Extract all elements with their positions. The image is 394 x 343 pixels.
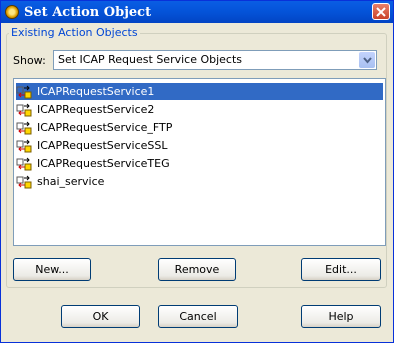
edit-button[interactable]: Edit... <box>301 258 381 281</box>
list-item[interactable]: ICAPRequestService_FTP <box>16 119 174 136</box>
close-icon <box>376 6 386 17</box>
list-item[interactable]: ICAPRequestService2 <box>16 101 156 118</box>
show-select[interactable]: Set ICAP Request Service Objects <box>53 50 377 70</box>
list-item[interactable]: ICAPRequestServiceTEG <box>16 155 172 172</box>
close-button[interactable] <box>372 3 390 20</box>
list-item[interactable]: shai_service <box>16 173 106 190</box>
ok-button[interactable]: OK <box>61 305 140 328</box>
show-label: Show: <box>13 54 46 67</box>
service-object-icon <box>16 139 32 152</box>
list-item-label: ICAPRequestServiceSSL <box>37 139 168 152</box>
dialog-window: Set Action Object Existing Action Object… <box>0 0 394 343</box>
list-item-label: ICAPRequestService_FTP <box>37 121 173 134</box>
window-title: Set Action Object <box>24 4 152 20</box>
service-object-icon <box>16 175 32 188</box>
help-button[interactable]: Help <box>301 305 381 328</box>
action-objects-list[interactable]: ICAPRequestService1 ICAPRequestService2 … <box>13 78 386 246</box>
show-select-value: Set ICAP Request Service Objects <box>58 53 243 66</box>
list-item-label: ICAPRequestService2 <box>37 103 155 116</box>
list-item-label: ICAPRequestServiceTEG <box>37 157 170 170</box>
chevron-down-icon <box>362 56 372 64</box>
service-object-icon <box>16 121 32 134</box>
list-item-label: shai_service <box>37 175 105 188</box>
show-dropdown-button[interactable] <box>359 52 375 68</box>
new-button[interactable]: New... <box>13 258 91 281</box>
app-icon <box>5 5 19 19</box>
service-object-icon <box>16 157 32 170</box>
list-item[interactable]: ICAPRequestService1 <box>16 83 383 100</box>
group-label: Existing Action Objects <box>9 26 140 39</box>
title-bar[interactable]: Set Action Object <box>1 1 393 23</box>
list-item-label: ICAPRequestService1 <box>37 85 155 98</box>
remove-button[interactable]: Remove <box>158 258 236 281</box>
service-object-icon <box>16 85 32 98</box>
service-object-icon <box>16 103 32 116</box>
cancel-button[interactable]: Cancel <box>158 305 238 328</box>
list-item[interactable]: ICAPRequestServiceSSL <box>16 137 170 154</box>
